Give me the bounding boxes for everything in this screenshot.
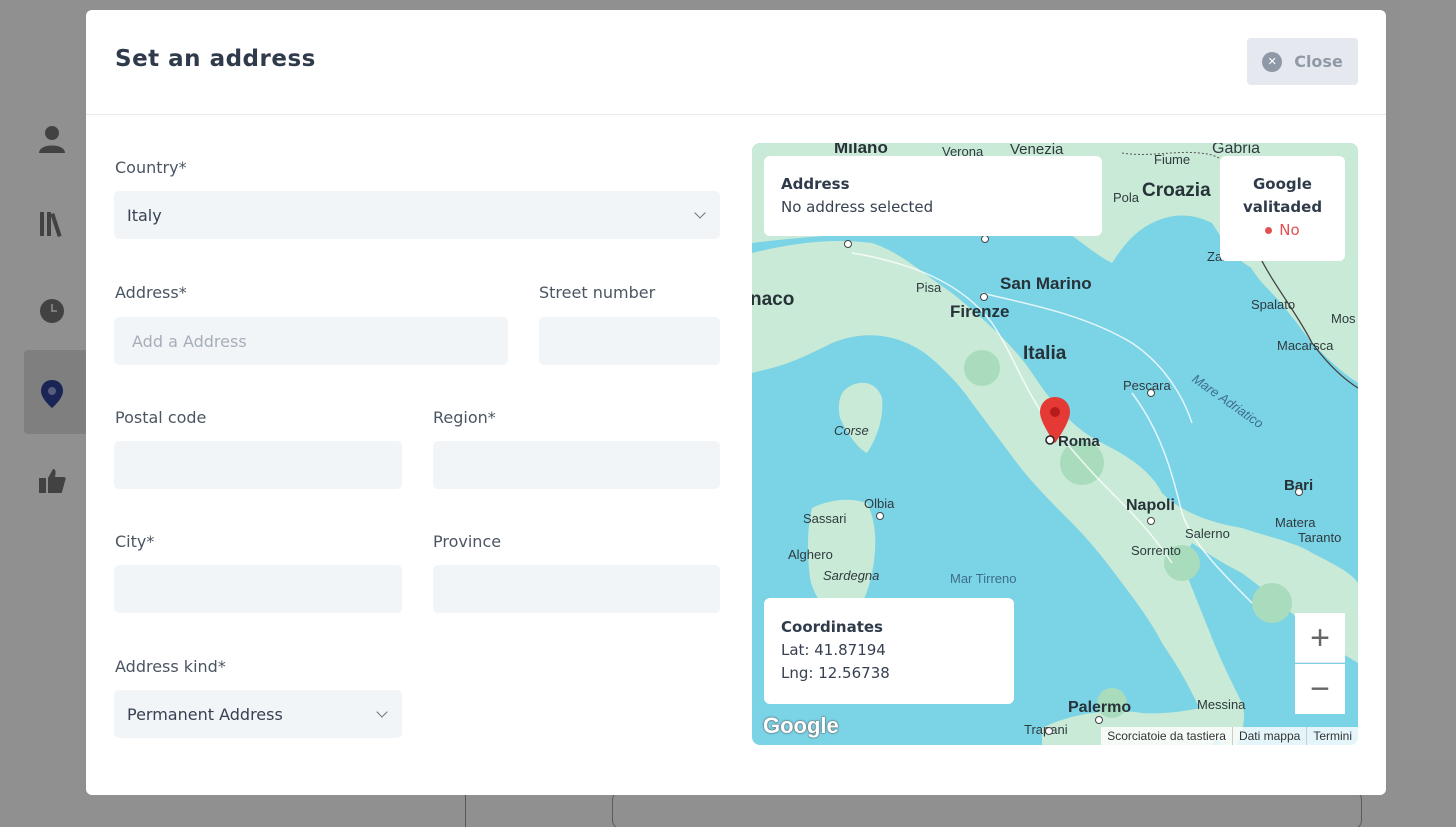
map-label-palermo: Palermo bbox=[1068, 699, 1132, 716]
address-modal: Set an address ✕ Close Country* Italy Ad… bbox=[86, 10, 1386, 795]
map-label-sassari: Sassari bbox=[803, 511, 847, 526]
map-label-monaco: naco bbox=[752, 289, 795, 310]
map-label-salerno: Salerno bbox=[1185, 526, 1230, 541]
address-label: Address* bbox=[115, 283, 187, 302]
google-validated-status-text: No bbox=[1279, 221, 1300, 239]
map-label-mar-tirreno: Mar Tirreno bbox=[950, 571, 1017, 586]
map-city-dot bbox=[1147, 517, 1155, 525]
map-label-sardegna: Sardegna bbox=[823, 568, 880, 583]
map-city-dot bbox=[1295, 488, 1303, 496]
address-info-title: Address bbox=[781, 175, 850, 193]
street-number-input[interactable] bbox=[539, 317, 720, 365]
map-city-dot bbox=[1095, 716, 1103, 724]
map-label-taranto: Taranto bbox=[1298, 530, 1342, 545]
close-button-label: Close bbox=[1294, 52, 1343, 71]
map-label-sorrento: Sorrento bbox=[1131, 543, 1181, 558]
street-number-label: Street number bbox=[539, 283, 656, 302]
google-validated-title-line1: Google bbox=[1253, 175, 1312, 193]
city-label: City* bbox=[115, 532, 155, 551]
close-button[interactable]: ✕ Close bbox=[1247, 38, 1358, 85]
map-label-olbia: Olbia bbox=[864, 496, 895, 511]
map-label-firenze: Firenze bbox=[950, 302, 1010, 321]
map-city-dot bbox=[1147, 389, 1155, 397]
coordinates-lat: Lat: 41.87194 bbox=[781, 641, 886, 659]
map-label-macarsca: Macarsca bbox=[1277, 338, 1334, 353]
modal-header: Set an address ✕ Close bbox=[86, 10, 1386, 115]
map-city-dot bbox=[981, 235, 989, 243]
map-marker-icon[interactable] bbox=[1039, 397, 1071, 445]
map[interactable]: Milano Verona Venezia Fiume Gabria Pola … bbox=[752, 143, 1358, 745]
google-validated-box: Google valitaded No bbox=[1220, 156, 1345, 261]
map-label-corse: Corse bbox=[834, 423, 869, 438]
city-input[interactable] bbox=[114, 565, 402, 613]
chevron-down-icon bbox=[694, 207, 706, 219]
minus-icon: − bbox=[1310, 670, 1330, 708]
address-info-box: Address No address selected bbox=[764, 156, 1102, 236]
map-label-matera: Matera bbox=[1275, 515, 1316, 530]
map-label-fiume: Fiume bbox=[1154, 152, 1191, 167]
region-input[interactable] bbox=[433, 441, 720, 489]
google-validated-title-line2: valitaded bbox=[1242, 198, 1323, 216]
map-label-spalato: Spalato bbox=[1251, 297, 1296, 312]
address-info-text: No address selected bbox=[781, 198, 934, 216]
coordinates-lng: Lng: 12.56738 bbox=[781, 664, 890, 682]
address-input[interactable]: Add a Address bbox=[114, 317, 508, 365]
status-dot-icon bbox=[1265, 227, 1273, 234]
zoom-in-button[interactable]: + bbox=[1295, 613, 1345, 663]
terms-link[interactable]: Termini bbox=[1306, 727, 1358, 745]
map-label-san-marino: San Marino bbox=[1000, 274, 1092, 293]
close-icon: ✕ bbox=[1262, 51, 1283, 72]
country-select[interactable]: Italy bbox=[114, 191, 720, 239]
province-input[interactable] bbox=[433, 565, 720, 613]
address-kind-value: Permanent Address bbox=[127, 704, 283, 724]
zoom-out-button[interactable]: − bbox=[1295, 664, 1345, 714]
address-kind-select[interactable]: Permanent Address bbox=[114, 690, 402, 738]
map-label-messina: Messina bbox=[1197, 697, 1246, 712]
country-value: Italy bbox=[127, 205, 162, 225]
coordinates-box: Coordinates Lat: 41.87194 Lng: 12.56738 bbox=[764, 598, 1014, 704]
address-kind-label: Address kind* bbox=[115, 657, 226, 676]
map-label-italia: Italia bbox=[1023, 343, 1067, 364]
google-logo: Google bbox=[763, 713, 839, 738]
region-label: Region* bbox=[433, 408, 496, 427]
map-data-link[interactable]: Dati mappa bbox=[1231, 727, 1306, 745]
map-city-dot bbox=[980, 293, 988, 301]
map-city-dot bbox=[844, 240, 852, 248]
map-label-pisa: Pisa bbox=[916, 280, 942, 295]
country-label: Country* bbox=[115, 158, 187, 177]
map-label-alghero: Alghero bbox=[788, 547, 833, 562]
postal-code-label: Postal code bbox=[115, 408, 207, 427]
modal-title: Set an address bbox=[115, 46, 316, 72]
map-city-dot bbox=[1045, 727, 1053, 735]
map-label-mos: Mos bbox=[1331, 311, 1356, 326]
map-city-dot bbox=[876, 512, 884, 520]
address-placeholder: Add a Address bbox=[132, 331, 247, 351]
keyboard-shortcuts-link[interactable]: Scorciatoie da tastiera bbox=[1101, 727, 1232, 745]
coordinates-title: Coordinates bbox=[781, 618, 883, 636]
province-label: Province bbox=[433, 532, 502, 551]
chevron-down-icon bbox=[376, 706, 388, 718]
map-label-pola: Pola bbox=[1113, 190, 1140, 205]
postal-code-input[interactable] bbox=[114, 441, 402, 489]
map-label-croazia: Croazia bbox=[1142, 180, 1211, 201]
plus-icon: + bbox=[1310, 618, 1330, 657]
map-label-napoli: Napoli bbox=[1126, 497, 1175, 514]
map-attribution: Scorciatoie da tastiera Dati mappa Termi… bbox=[1101, 727, 1358, 745]
google-validated-status: No bbox=[1220, 221, 1345, 239]
